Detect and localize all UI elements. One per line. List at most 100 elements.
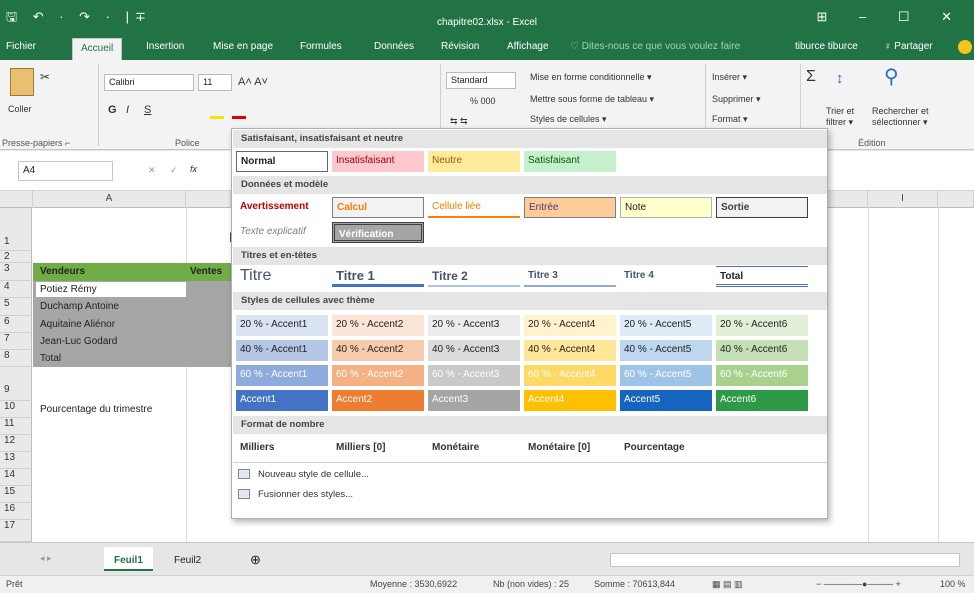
style-40-accent1[interactable]: 40 % - Accent1 bbox=[236, 340, 328, 361]
style-titre[interactable]: Titre bbox=[236, 266, 328, 287]
style-accent3[interactable]: Accent3 bbox=[428, 390, 520, 411]
underline-button[interactable]: S bbox=[144, 104, 151, 116]
style-note[interactable]: Note bbox=[620, 197, 712, 218]
sort-icon[interactable]: ↕ bbox=[836, 70, 844, 87]
row-header[interactable]: 6 bbox=[0, 316, 32, 333]
select-all-corner[interactable] bbox=[0, 191, 33, 208]
cell-styles-button[interactable]: Styles de cellules ▾ bbox=[530, 114, 607, 125]
sheet-tab-feuil2[interactable]: Feuil2 bbox=[164, 547, 211, 571]
insert-button[interactable]: Insérer ▾ bbox=[712, 72, 747, 83]
column-header-h[interactable] bbox=[828, 191, 868, 208]
confirm-icon[interactable]: ✓ bbox=[170, 165, 178, 176]
style-20-accent2[interactable]: 20 % - Accent2 bbox=[332, 315, 424, 336]
row-header[interactable]: 12 bbox=[0, 435, 32, 452]
style-monetaire[interactable]: Monétaire bbox=[428, 438, 520, 459]
tab-scroll-arrows[interactable]: ◂ ▸ bbox=[40, 553, 52, 564]
tab-formules[interactable]: Formules bbox=[300, 41, 342, 52]
cell-vendeurs[interactable]: Vendeurs bbox=[36, 264, 89, 279]
row-header[interactable]: 14 bbox=[0, 469, 32, 486]
style-titre-2[interactable]: Titre 2 bbox=[428, 266, 520, 287]
style-accent6[interactable]: Accent6 bbox=[716, 390, 808, 411]
cancel-icon[interactable]: ✕ bbox=[148, 165, 156, 176]
cell-name[interactable]: Total bbox=[36, 351, 65, 366]
style-20-accent5[interactable]: 20 % - Accent5 bbox=[620, 315, 712, 336]
row-header[interactable]: 15 bbox=[0, 486, 32, 503]
style-total[interactable]: Total bbox=[716, 266, 808, 287]
user-name[interactable]: tiburce tiburce bbox=[795, 41, 858, 52]
style-60-accent1[interactable]: 60 % - Accent1 bbox=[236, 365, 328, 386]
style-pourcentage[interactable]: Pourcentage bbox=[620, 438, 712, 459]
column-header-a[interactable]: A bbox=[33, 191, 186, 208]
font-color-icon[interactable] bbox=[232, 116, 246, 119]
style-entree[interactable]: Entrée bbox=[524, 197, 616, 218]
style-40-accent5[interactable]: 40 % - Accent5 bbox=[620, 340, 712, 361]
sort-filter-button[interactable]: Trier et filtrer ▾ bbox=[826, 106, 870, 128]
style-60-accent2[interactable]: 60 % - Accent2 bbox=[332, 365, 424, 386]
style-avertissement[interactable]: Avertissement bbox=[236, 197, 328, 218]
style-60-accent3[interactable]: 60 % - Accent3 bbox=[428, 365, 520, 386]
italic-button[interactable]: I bbox=[126, 104, 129, 116]
horizontal-scrollbar[interactable] bbox=[610, 553, 960, 567]
paste-button[interactable]: Coller bbox=[8, 104, 32, 114]
percent-button[interactable]: % 000 bbox=[470, 96, 496, 106]
style-cellule-liee[interactable]: Cellule liée bbox=[428, 197, 520, 218]
style-neutre[interactable]: Neutre bbox=[428, 151, 520, 172]
style-sortie[interactable]: Sortie bbox=[716, 197, 808, 218]
view-mode-icons[interactable]: ▦ ▤ ▥ bbox=[712, 579, 743, 590]
style-texte-explicatif[interactable]: Texte explicatif bbox=[236, 222, 328, 243]
decimal-buttons[interactable]: ⇆ ⇆ bbox=[450, 116, 468, 127]
row-header[interactable]: 3 bbox=[0, 263, 32, 281]
row-header[interactable]: 8 bbox=[0, 350, 32, 367]
autosum-icon[interactable]: Σ bbox=[806, 68, 816, 86]
fx-icon[interactable]: fx bbox=[190, 164, 197, 174]
row-header[interactable]: 13 bbox=[0, 452, 32, 469]
style-40-accent6[interactable]: 40 % - Accent6 bbox=[716, 340, 808, 361]
cell-name[interactable]: Jean-Luc Godard bbox=[36, 334, 121, 349]
conditional-format-button[interactable]: Mise en forme conditionnelle ▾ bbox=[530, 72, 652, 83]
search-icon[interactable]: ⚲ bbox=[884, 64, 899, 89]
name-box[interactable]: A4 bbox=[18, 161, 113, 181]
style-20-accent4[interactable]: 20 % - Accent4 bbox=[524, 315, 616, 336]
row-header[interactable]: 10 bbox=[0, 401, 32, 418]
tab-insertion[interactable]: Insertion bbox=[146, 41, 184, 52]
style-accent1[interactable]: Accent1 bbox=[236, 390, 328, 411]
cell-name[interactable]: Aquitaine Aliénor bbox=[36, 317, 119, 332]
style-accent4[interactable]: Accent4 bbox=[524, 390, 616, 411]
style-satisfaisant[interactable]: Satisfaisant bbox=[524, 151, 616, 172]
row-header[interactable]: 9 bbox=[0, 367, 32, 401]
window-controls[interactable]: ⊞ – ☐ ✕ bbox=[816, 9, 966, 25]
fill-color-icon[interactable] bbox=[210, 116, 224, 119]
style-40-accent3[interactable]: 40 % - Accent3 bbox=[428, 340, 520, 361]
merge-styles-menu-item[interactable]: Fusionner des styles... bbox=[238, 489, 353, 500]
row-header[interactable]: 11 bbox=[0, 418, 32, 435]
format-table-button[interactable]: Mettre sous forme de tableau ▾ bbox=[530, 94, 654, 105]
new-style-menu-item[interactable]: Nouveau style de cellule... bbox=[238, 469, 369, 480]
number-format-select[interactable]: Standard bbox=[446, 72, 516, 89]
style-normal[interactable]: Normal bbox=[236, 151, 328, 172]
format-button[interactable]: Format ▾ bbox=[712, 114, 748, 125]
cell-pct-label[interactable]: Pourcentage du trimestre bbox=[36, 402, 156, 417]
smiley-icon[interactable] bbox=[958, 40, 972, 54]
zoom-slider[interactable]: − ──────●──── + bbox=[816, 579, 901, 589]
style-calcul[interactable]: Calcul bbox=[332, 197, 424, 218]
style-20-accent3[interactable]: 20 % - Accent3 bbox=[428, 315, 520, 336]
tab-affichage[interactable]: Affichage bbox=[507, 41, 549, 52]
sheet-tab-feuil1[interactable]: Feuil1 bbox=[104, 547, 153, 571]
tab-revision[interactable]: Révision bbox=[441, 41, 479, 52]
cell-name[interactable]: Potiez Rémy bbox=[36, 282, 186, 297]
font-grow-shrink[interactable]: A˄ A˅ bbox=[238, 76, 268, 88]
tab-fichier[interactable]: Fichier bbox=[6, 41, 36, 52]
zoom-level[interactable]: 100 % bbox=[940, 579, 966, 589]
style-60-accent6[interactable]: 60 % - Accent6 bbox=[716, 365, 808, 386]
style-titre-3[interactable]: Titre 3 bbox=[524, 266, 616, 287]
row-header[interactable]: 16 bbox=[0, 503, 32, 520]
row-header[interactable]: 17 bbox=[0, 520, 32, 542]
column-header-j[interactable] bbox=[938, 191, 974, 208]
paste-icon[interactable] bbox=[10, 68, 34, 96]
row-header[interactable]: 5 bbox=[0, 298, 32, 316]
cell-ventes[interactable]: Ventes bbox=[186, 264, 226, 279]
tab-accueil[interactable]: Accueil bbox=[72, 38, 123, 60]
delete-button[interactable]: Supprimer ▾ bbox=[712, 94, 761, 105]
style-accent2[interactable]: Accent2 bbox=[332, 390, 424, 411]
find-select-button[interactable]: Rechercher et sélectionner ▾ bbox=[872, 106, 952, 128]
